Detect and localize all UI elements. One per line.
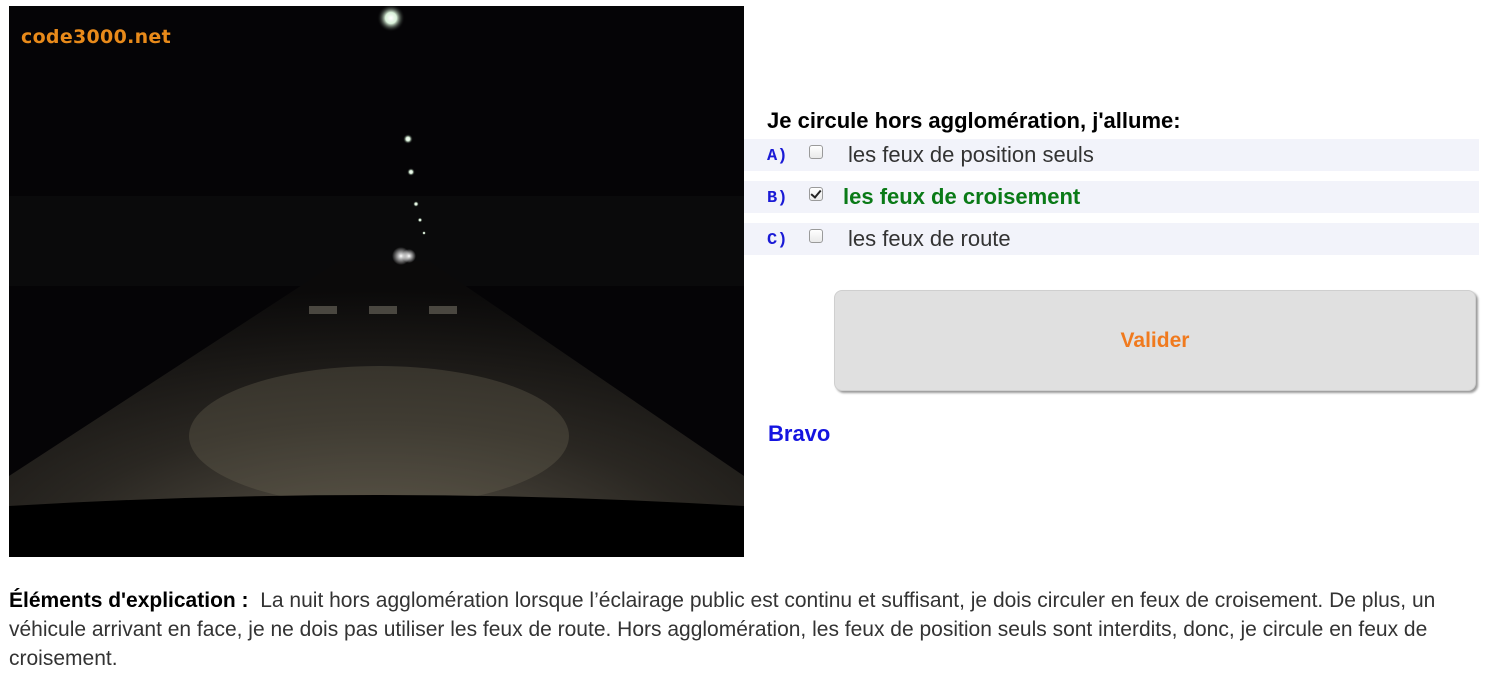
answer-label-correct: les feux de croisement [843, 184, 1081, 209]
answer-letter: B) [767, 189, 788, 208]
answer-checkbox[interactable] [809, 145, 823, 159]
answer-option-c[interactable]: C) les feux de route [744, 223, 1479, 255]
answer-option-b[interactable]: B) les feux de croisement [744, 181, 1479, 213]
answer-checkbox[interactable] [809, 229, 823, 243]
answer-checkbox-checked[interactable] [809, 187, 823, 201]
watermark-logo: code3000.net [21, 26, 171, 48]
answer-letter: C) [767, 231, 788, 250]
explanation-block: Éléments d'explication : La nuit hors ag… [9, 586, 1479, 673]
answer-label: les feux de position seuls [848, 142, 1094, 167]
answer-label: les feux de route [848, 226, 1011, 251]
explanation-label: Éléments d'explication : [9, 589, 249, 612]
validate-button[interactable]: Valider [834, 290, 1476, 391]
question-photo: code3000.net [9, 6, 744, 557]
answer-option-a[interactable]: A) les feux de position seuls [744, 139, 1479, 171]
question-text: Je circule hors agglomération, j'allume: [767, 108, 1181, 133]
answer-letter: A) [767, 147, 788, 166]
night-road-image [9, 6, 744, 557]
feedback-message: Bravo [768, 421, 831, 446]
